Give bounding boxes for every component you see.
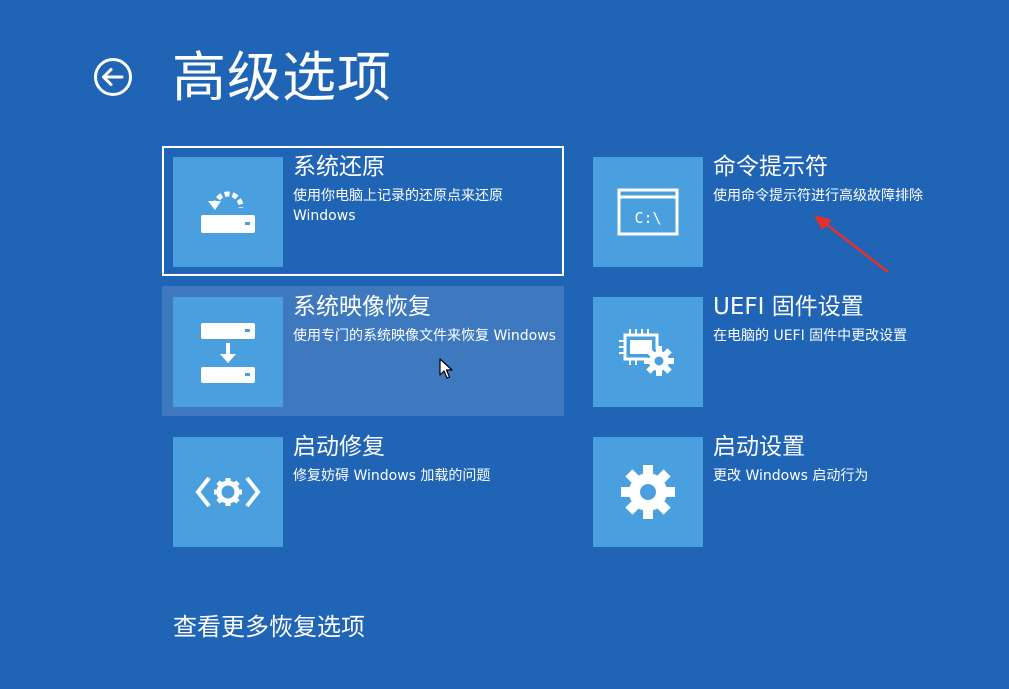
command-prompt-icon: C:\ — [593, 157, 703, 267]
tile-description: 修复妨碍 Windows 加载的问题 — [293, 468, 491, 484]
gear-icon — [593, 437, 703, 547]
tile-system-image-recovery[interactable]: 系统映像恢复 使用专门的系统映像文件来恢复 Windows — [162, 286, 564, 416]
tile-description: 更改 Windows 启动行为 — [713, 468, 869, 484]
tile-title: 系统还原 — [293, 154, 385, 180]
tile-title: 启动设置 — [713, 434, 805, 460]
cmd-prompt-text: C:\ — [634, 209, 661, 227]
tile-uefi-firmware-settings[interactable]: UEFI 固件设置 在电脑的 UEFI 固件中更改设置 — [582, 286, 984, 416]
tile-command-prompt[interactable]: C:\ 命令提示符 使用命令提示符进行高级故障排除 — [582, 146, 984, 276]
tile-startup-repair[interactable]: 启动修复 修复妨碍 Windows 加载的问题 — [162, 426, 564, 556]
system-restore-icon — [173, 157, 283, 267]
tile-description: 使用命令提示符进行高级故障排除 — [713, 188, 923, 204]
page-title: 高级选项 — [172, 46, 392, 109]
system-image-recovery-icon — [173, 297, 283, 407]
back-button[interactable] — [93, 57, 133, 97]
startup-repair-icon — [173, 437, 283, 547]
tile-description: 在电脑的 UEFI 固件中更改设置 — [713, 328, 908, 344]
tile-description: 使用你电脑上记录的还原点来还原 Windows — [293, 188, 503, 224]
tile-title: 命令提示符 — [713, 154, 828, 180]
uefi-firmware-icon — [593, 297, 703, 407]
tile-title: UEFI 固件设置 — [713, 294, 864, 320]
tile-system-restore[interactable]: 系统还原 使用你电脑上记录的还原点来还原 Windows — [162, 146, 564, 276]
tile-title: 启动修复 — [293, 434, 385, 460]
tile-startup-settings[interactable]: 启动设置 更改 Windows 启动行为 — [582, 426, 984, 556]
more-recovery-options-link[interactable]: 查看更多恢复选项 — [173, 611, 365, 643]
tile-description: 使用专门的系统映像文件来恢复 Windows — [293, 328, 556, 344]
advanced-options-screen: 高级选项 系统还原 使用你电脑上记录的还原点来还原 Windows 系统映像恢复… — [0, 0, 1009, 689]
back-arrow-icon — [94, 58, 132, 96]
tile-title: 系统映像恢复 — [293, 294, 431, 320]
